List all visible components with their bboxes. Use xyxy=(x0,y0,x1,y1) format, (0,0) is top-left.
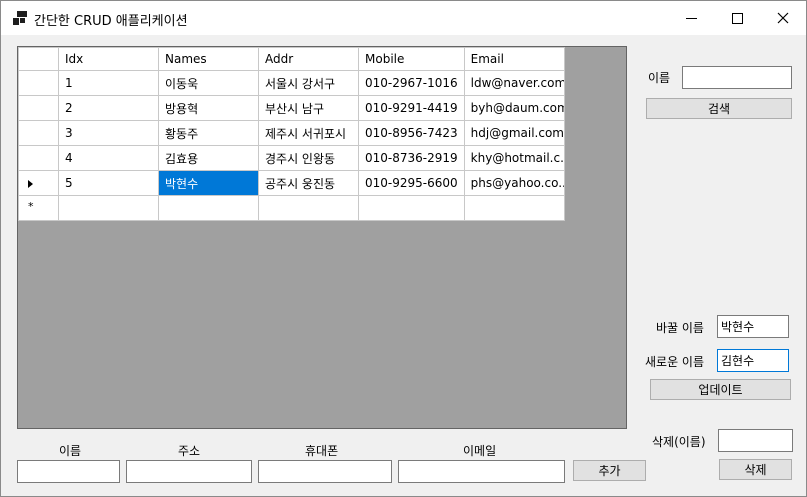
new-name-input[interactable] xyxy=(717,349,789,372)
row-header[interactable] xyxy=(18,70,59,96)
grid-cell-names[interactable]: 황동주 xyxy=(158,120,259,146)
main-window: 간단한 CRUD 애플리케이션 Idx Names Addr Mobile Em… xyxy=(0,0,807,497)
column-header-mobile[interactable]: Mobile xyxy=(358,47,465,71)
grid-cell-idx[interactable]: 2 xyxy=(58,95,159,121)
old-name-label: 바꿀 이름 xyxy=(656,321,704,335)
row-header[interactable] xyxy=(18,120,59,146)
grid-cell-mobile[interactable]: 010-8956-7423 xyxy=(358,120,465,146)
minimize-icon[interactable] xyxy=(668,1,714,35)
grid-cell-addr[interactable]: 제주시 서귀포시 xyxy=(258,120,359,146)
add-addr-input[interactable] xyxy=(126,460,252,483)
row-header[interactable] xyxy=(18,170,59,196)
table-row[interactable]: 5 박현수 공주시 웅진동 010-9295-6600 phs@yahoo.co.... xyxy=(18,170,565,196)
window-title: 간단한 CRUD 애플리케이션 xyxy=(34,14,188,29)
row-header[interactable]: * xyxy=(18,195,59,221)
current-row-arrow-icon xyxy=(28,180,33,188)
search-button[interactable]: 검색 xyxy=(646,98,792,119)
add-button[interactable]: 추가 xyxy=(573,460,646,481)
grid-cell-names[interactable]: 이동욱 xyxy=(158,70,259,96)
grid-cell-idx[interactable]: 1 xyxy=(58,70,159,96)
grid-cell-mobile[interactable]: 010-2967-1016 xyxy=(358,70,465,96)
grid-cell-addr[interactable]: 공주시 웅진동 xyxy=(258,170,359,196)
new-row[interactable]: * xyxy=(18,195,565,221)
delete-button[interactable]: 삭제 xyxy=(719,459,792,480)
grid-cell-new[interactable] xyxy=(58,195,159,221)
maximize-icon[interactable] xyxy=(714,1,760,35)
search-name-input[interactable] xyxy=(682,66,792,89)
grid-table[interactable]: Idx Names Addr Mobile Email 1 이동욱 서울시 강서구 0… xyxy=(18,47,565,221)
grid-cell-mobile[interactable]: 010-9295-6600 xyxy=(358,170,465,196)
table-row[interactable]: 2 방용혁 부산시 남구 010-9291-4419 byh@daum.com xyxy=(18,95,565,121)
grid-cell-new[interactable] xyxy=(158,195,259,221)
grid-header-row: Idx Names Addr Mobile Email xyxy=(18,47,565,71)
app-icon xyxy=(13,11,27,25)
grid-cell-new[interactable] xyxy=(258,195,359,221)
grid-cell-names[interactable]: 방용혁 xyxy=(158,95,259,121)
grid-cell-idx[interactable]: 4 xyxy=(58,145,159,171)
grid-corner-header[interactable] xyxy=(18,47,59,71)
new-row-marker-icon: * xyxy=(28,200,34,213)
add-phone-label: 휴대폰 xyxy=(305,444,339,458)
delete-name-label: 삭제(이름) xyxy=(652,435,706,449)
table-row[interactable]: 4 김효용 경주시 인왕동 010-8736-2919 khy@hotmail.c... xyxy=(18,145,565,171)
column-header-email[interactable]: Email xyxy=(463,47,565,71)
old-name-input[interactable] xyxy=(717,315,789,338)
grid-cell-addr[interactable]: 경주시 인왕동 xyxy=(258,145,359,171)
search-name-label: 이름 xyxy=(648,71,671,85)
grid-cell-idx[interactable]: 5 xyxy=(58,170,159,196)
row-header[interactable] xyxy=(18,145,59,171)
grid-cell-addr[interactable]: 부산시 남구 xyxy=(258,95,359,121)
grid-cell-new[interactable] xyxy=(463,195,565,221)
column-header-names[interactable]: Names xyxy=(158,47,259,71)
update-button[interactable]: 업데이트 xyxy=(650,379,791,400)
close-icon[interactable] xyxy=(760,1,806,35)
grid-cell-idx[interactable]: 3 xyxy=(58,120,159,146)
column-header-idx[interactable]: Idx xyxy=(58,47,159,71)
add-email-label: 이메일 xyxy=(463,444,497,458)
grid-cell-email[interactable]: ldw@naver.com xyxy=(463,70,565,96)
title-bar[interactable]: 간단한 CRUD 애플리케이션 xyxy=(1,1,806,35)
add-phone-input[interactable] xyxy=(258,460,392,483)
table-row[interactable]: 1 이동욱 서울시 강서구 010-2967-1016 ldw@naver.com xyxy=(18,70,565,96)
grid-cell-email[interactable]: byh@daum.com xyxy=(463,95,565,121)
add-name-input[interactable] xyxy=(17,460,120,483)
add-addr-label: 주소 xyxy=(178,444,201,458)
grid-cell-new[interactable] xyxy=(358,195,465,221)
table-row[interactable]: 3 황동주 제주시 서귀포시 010-8956-7423 hdj@gmail.com xyxy=(18,120,565,146)
grid-cell-mobile[interactable]: 010-8736-2919 xyxy=(358,145,465,171)
grid-cell-mobile[interactable]: 010-9291-4419 xyxy=(358,95,465,121)
add-email-input[interactable] xyxy=(398,460,565,483)
add-name-label: 이름 xyxy=(59,444,82,458)
data-grid[interactable]: Idx Names Addr Mobile Email 1 이동욱 서울시 강서구 0… xyxy=(17,46,627,429)
grid-cell-email[interactable]: phs@yahoo.co.... xyxy=(463,170,565,196)
grid-cell-names[interactable]: 김효용 xyxy=(158,145,259,171)
row-header[interactable] xyxy=(18,95,59,121)
grid-cell-addr[interactable]: 서울시 강서구 xyxy=(258,70,359,96)
grid-cell-names[interactable]: 박현수 xyxy=(158,170,259,196)
grid-cell-email[interactable]: hdj@gmail.com xyxy=(463,120,565,146)
delete-name-input[interactable] xyxy=(718,429,793,452)
grid-cell-email[interactable]: khy@hotmail.c... xyxy=(463,145,565,171)
new-name-label: 새로운 이름 xyxy=(645,355,705,369)
column-header-addr[interactable]: Addr xyxy=(258,47,359,71)
